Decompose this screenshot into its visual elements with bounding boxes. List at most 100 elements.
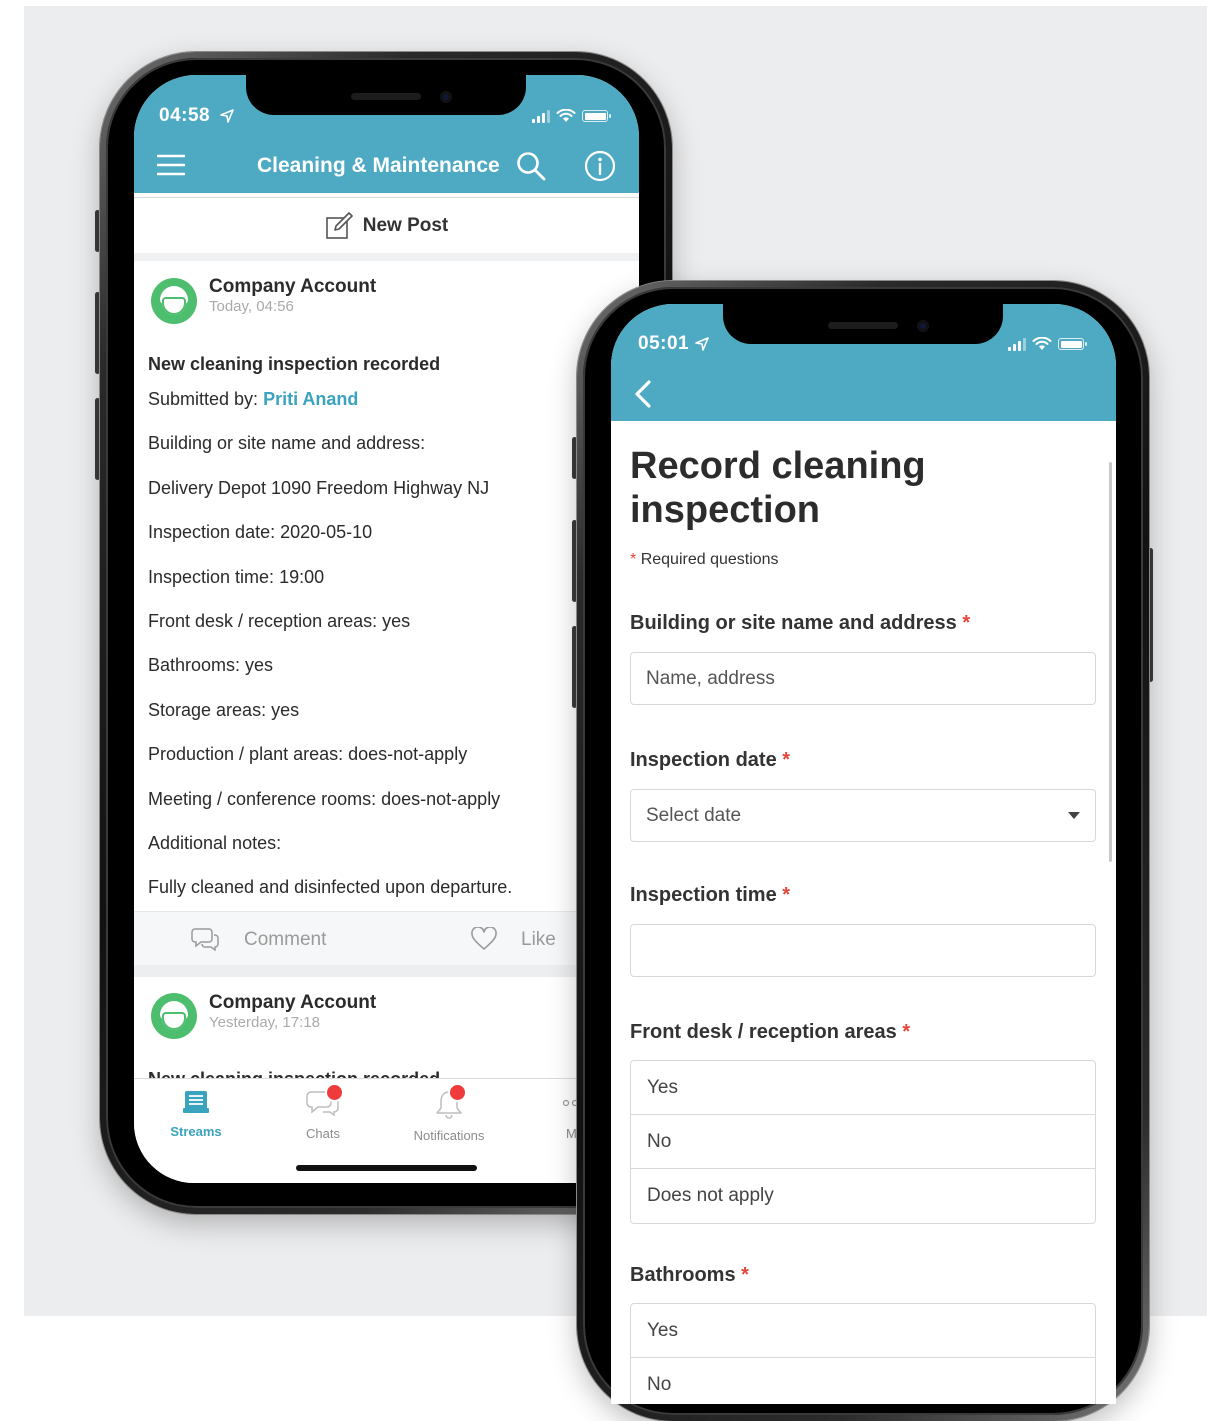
divider xyxy=(134,965,639,977)
battery-icon xyxy=(1058,338,1087,350)
search-icon[interactable] xyxy=(516,151,546,181)
right-phone-screen: 05:01 Record cleaning inspection * Requi… xyxy=(611,304,1116,1404)
option-yes[interactable]: Yes xyxy=(631,1061,1095,1115)
question-building-label: Building or site name and address * xyxy=(630,612,970,635)
post-author[interactable]: Company Account xyxy=(209,276,376,298)
divider xyxy=(134,253,639,261)
required-note-text: Required questions xyxy=(640,551,779,568)
question-date-label: Inspection date * xyxy=(630,749,790,772)
form-title-line: inspection xyxy=(630,489,821,531)
post-card: Company Account Today, 04:56 New cleanin… xyxy=(134,261,639,911)
question-text: Front desk / reception areas xyxy=(630,1021,897,1043)
new-post-button[interactable]: New Post xyxy=(134,197,639,255)
avatar[interactable] xyxy=(151,278,197,324)
building-input[interactable]: Name, address xyxy=(630,652,1096,705)
post-text-line: Inspection time: 19:00 xyxy=(148,567,325,587)
post-text-line: Delivery Depot 1090 Freedom Highway NJ xyxy=(148,478,490,498)
post-text-line: Storage areas: yes xyxy=(148,700,300,720)
back-chevron-icon[interactable] xyxy=(633,379,653,409)
streams-icon xyxy=(183,1091,209,1113)
cell-signal-icon xyxy=(532,109,550,123)
bathrooms-options: Yes No xyxy=(630,1303,1096,1404)
post-card: Company Account Yesterday, 17:18 New cle… xyxy=(134,977,639,1078)
tab-label: Streams xyxy=(170,1124,222,1139)
post-text-line: Inspection date: 2020-05-10 xyxy=(148,522,373,542)
post-timestamp: Yesterday, 17:18 xyxy=(209,1014,320,1031)
wifi-icon xyxy=(1032,337,1052,350)
question-front-desk-label: Front desk / reception areas * xyxy=(630,1021,910,1044)
phone-notch xyxy=(723,304,1003,344)
post-text-line: Building or site name and address: xyxy=(148,433,426,453)
wifi-icon xyxy=(556,109,576,122)
option-no[interactable]: No xyxy=(631,1115,1095,1169)
status-icons xyxy=(532,109,611,123)
question-text: Building or site name and address xyxy=(630,612,957,634)
option-does-not-apply[interactable]: Does not apply xyxy=(631,1169,1095,1223)
submitter-link[interactable]: Priti Anand xyxy=(263,389,358,409)
post-text-line: Front desk / reception areas: yes xyxy=(148,611,411,631)
required-star: * xyxy=(741,1264,749,1286)
post-actions: Comment Like xyxy=(134,911,639,966)
option-yes[interactable]: Yes xyxy=(631,1304,1095,1358)
chats-badge xyxy=(325,1083,344,1102)
location-arrow-icon xyxy=(220,109,234,123)
home-indicator xyxy=(296,1165,477,1171)
required-star: * xyxy=(902,1021,911,1043)
post-text-line: Production / plant areas: does-not-apply xyxy=(148,744,468,764)
battery-icon xyxy=(582,110,611,122)
chevron-down-icon xyxy=(1068,812,1080,819)
tab-streams[interactable]: Streams xyxy=(141,1089,251,1139)
location-arrow-icon xyxy=(695,337,709,351)
new-post-label: New Post xyxy=(362,215,449,236)
post-text-line: Additional notes: xyxy=(148,833,282,853)
question-text: Inspection time xyxy=(630,884,777,906)
tab-label: Chats xyxy=(306,1126,340,1141)
date-select-value: Select date xyxy=(646,804,742,826)
required-note: * Required questions xyxy=(630,551,779,569)
required-star: * xyxy=(782,884,791,906)
question-time-label: Inspection time * xyxy=(630,884,790,907)
required-star: * xyxy=(782,749,791,771)
required-star: * xyxy=(630,551,637,568)
cell-signal-icon xyxy=(1008,337,1026,351)
status-icons xyxy=(1008,337,1087,351)
compose-icon xyxy=(325,212,353,239)
building-placeholder: Name, address xyxy=(646,667,775,689)
avatar[interactable] xyxy=(151,993,197,1039)
post-timestamp: Today, 04:56 xyxy=(209,298,294,315)
tab-label: Notifications xyxy=(413,1128,485,1143)
post-text-line: Meeting / conference rooms: does-not-app… xyxy=(148,789,501,809)
like-button[interactable]: Like xyxy=(521,929,556,951)
tab-chats[interactable]: Chats xyxy=(268,1083,378,1141)
left-phone-screen: 04:58 Cleaning & Maintenance New Post Co… xyxy=(134,75,639,1183)
heart-icon[interactable] xyxy=(471,927,497,951)
phone-notch xyxy=(246,75,526,115)
comment-button[interactable]: Comment xyxy=(244,929,326,951)
form-title-line: Record cleaning xyxy=(630,445,926,487)
front-desk-options: Yes No Does not apply xyxy=(630,1060,1096,1224)
menu-hamburger-icon[interactable] xyxy=(157,153,185,177)
question-text: Inspection date xyxy=(630,749,777,771)
submitted-by-label: Submitted by: xyxy=(148,389,259,409)
post-text-line: Bathrooms: yes xyxy=(148,655,274,675)
post-title: New cleaning inspection recorded xyxy=(148,354,441,374)
post-author[interactable]: Company Account xyxy=(209,992,376,1014)
time-input[interactable] xyxy=(630,924,1096,977)
post-text-line: Fully cleaned and disinfected upon depar… xyxy=(148,877,513,897)
date-select[interactable]: Select date xyxy=(630,789,1096,842)
status-time: 04:58 xyxy=(159,105,211,126)
notifications-badge xyxy=(448,1083,467,1102)
scrollbar[interactable] xyxy=(1109,462,1112,862)
status-time: 05:01 xyxy=(638,333,690,354)
post-title: New cleaning inspection recorded xyxy=(148,1069,440,1078)
comment-icon[interactable] xyxy=(191,927,219,951)
question-bathrooms-label: Bathrooms * xyxy=(630,1264,749,1287)
post-submitted-by: Submitted by: Priti Anand xyxy=(148,389,358,410)
required-star: * xyxy=(962,612,971,634)
question-text: Bathrooms xyxy=(630,1264,736,1286)
option-no[interactable]: No xyxy=(631,1358,1095,1404)
form-title: Record cleaning inspection xyxy=(630,444,926,532)
stream-title: Cleaning & Maintenance xyxy=(257,154,500,177)
info-icon[interactable] xyxy=(584,150,616,182)
tab-notifications[interactable]: Notifications xyxy=(394,1083,504,1143)
